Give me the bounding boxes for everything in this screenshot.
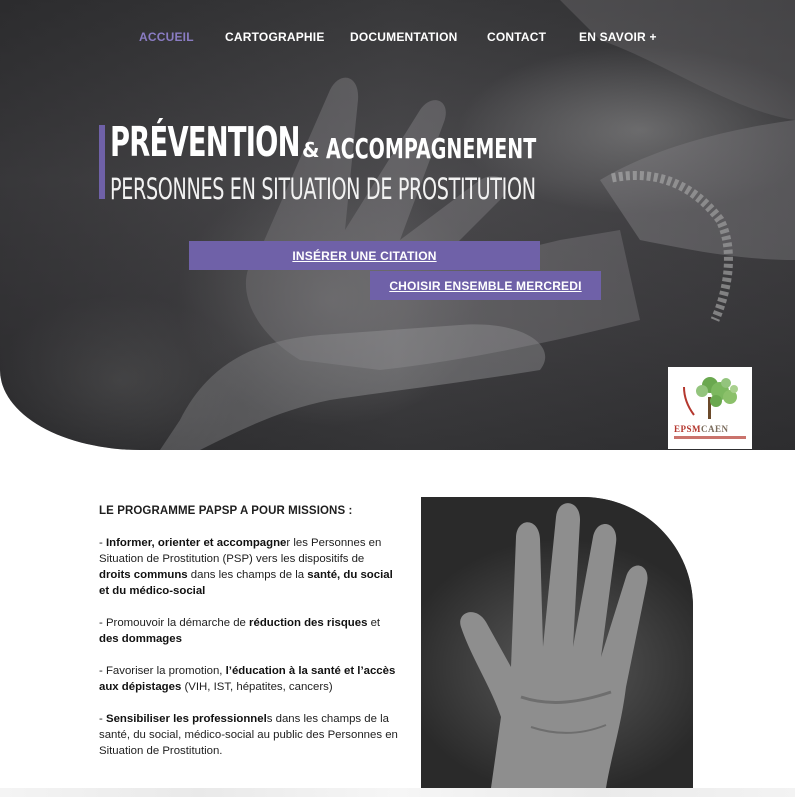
main-nav: ACCUEIL CARTOGRAPHIE DOCUMENTATION CONTA… (0, 30, 795, 50)
text: - (99, 713, 106, 725)
nav-en-savoir-plus[interactable]: EN SAVOIR + (579, 30, 657, 44)
text: - Favoriser la promotion, (99, 665, 226, 677)
nav-cartographie[interactable]: CARTOGRAPHIE (225, 30, 325, 44)
title-accent-bar (99, 125, 105, 199)
mission-item-health-education: - Favoriser la promotion, l’éducation à … (99, 663, 399, 695)
logo-text-caen: CAEN (701, 424, 729, 434)
text: (VIH, IST, hépatites, cancers) (181, 681, 333, 693)
text-bold: réduction des risques (249, 617, 368, 629)
missions-section: LE PROGRAMME PAPSP A POUR MISSIONS : - I… (99, 505, 399, 775)
hero-title-main: PRÉVENTION (110, 118, 300, 166)
mission-item-inform: - Informer, orienter et accompagner les … (99, 535, 399, 599)
text: dans les champs de la (187, 569, 308, 581)
nav-accueil[interactable]: ACCUEIL (139, 30, 194, 44)
missions-heading: LE PROGRAMME PAPSP A POUR MISSIONS : (99, 505, 353, 517)
hero-title-ampersand: & (302, 138, 320, 162)
text-bold: droits communs (99, 569, 188, 581)
tree-logo-icon (683, 377, 738, 419)
footer-strip (0, 788, 795, 797)
hero-title-secondary: ACCOMPAGNEMENT (326, 132, 537, 165)
mission-item-sensitize: - Sensibiliser les professionnels dans l… (99, 711, 399, 759)
hero-subtitle: PERSONNES EN SITUATION DE PROSTITUTION (110, 172, 536, 206)
epsm-caen-logo[interactable]: EPSMCAEN (668, 367, 752, 449)
logo-tagline-bar (674, 436, 746, 439)
text: - Promouvoir la démarche de (99, 617, 250, 629)
text-bold: Sensibiliser les professionnel (105, 713, 267, 725)
text: et (367, 617, 381, 629)
logo-wordmark: EPSMCAEN (674, 424, 729, 434)
insert-quote-button[interactable]: INSÉRER UNE CITATION (189, 241, 540, 270)
mission-item-risk-reduction: - Promouvoir la démarche de réduction de… (99, 615, 399, 647)
nav-contact[interactable]: CONTACT (487, 30, 546, 44)
text-bold: Informer, orienter et accompagne (105, 537, 287, 549)
text-bold: des dommages (99, 633, 182, 645)
hero-banner: ACCUEIL CARTOGRAPHIE DOCUMENTATION CONTA… (0, 0, 795, 450)
text: - (99, 537, 106, 549)
raised-hand-icon (460, 503, 648, 788)
nav-documentation[interactable]: DOCUMENTATION (350, 30, 457, 44)
logo-text-epsm: EPSM (674, 424, 702, 434)
choose-together-button[interactable]: CHOISIR ENSEMBLE MERCREDI (370, 271, 601, 300)
raised-hand-photo (421, 497, 693, 788)
